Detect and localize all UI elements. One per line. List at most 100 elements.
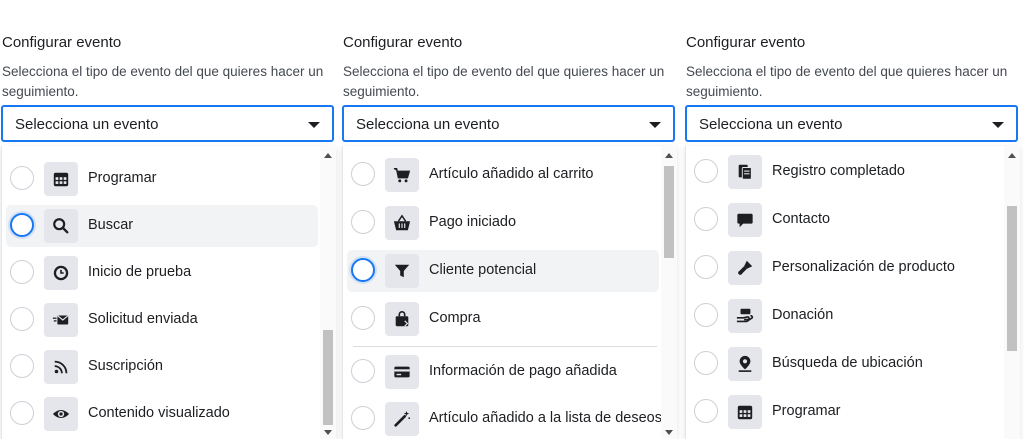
option-label: Contenido visualizado — [88, 405, 230, 421]
radio-button[interactable] — [694, 399, 718, 423]
donation-icon — [728, 299, 762, 333]
radio-button[interactable] — [351, 258, 375, 282]
option-label: Personalización de producto — [772, 259, 955, 275]
option-label: Artículo añadido al carrito — [429, 166, 594, 182]
radio-button[interactable] — [10, 307, 34, 331]
option-label: Pago iniciado — [429, 214, 517, 230]
option-donacion[interactable]: Donación — [690, 295, 1002, 337]
scroll-up-arrow-icon[interactable] — [324, 153, 332, 158]
event-dropdown-list[interactable]: Artículo añadido al carrito Pago iniciad… — [342, 146, 677, 439]
option-contenido-visualizado[interactable]: Contenido visualizado — [6, 393, 318, 435]
option-label: Suscripción — [88, 358, 163, 374]
option-articulo-anadido-a-la-lista-de-deseos[interactable]: Artículo añadido a la lista de deseos — [347, 398, 662, 439]
option-buscar[interactable]: Buscar — [6, 205, 318, 247]
option-suscripcion[interactable]: Suscripción — [6, 346, 318, 388]
event-dropdown-list[interactable]: Registro completado Contacto Personaliza… — [685, 146, 1020, 439]
select-placeholder: Selecciona un evento — [15, 116, 159, 133]
radio-button[interactable] — [10, 260, 34, 284]
event-panel-1: Configurar evento Selecciona el tipo de … — [0, 0, 338, 439]
scroll-up-arrow-icon[interactable] — [665, 153, 673, 158]
event-panel-2: Configurar evento Selecciona el tipo de … — [341, 0, 679, 439]
scrollbar-thumb[interactable] — [1007, 206, 1017, 351]
panel-description: Selecciona el tipo de evento del que qui… — [343, 64, 665, 99]
event-select[interactable]: Selecciona un evento — [342, 105, 675, 142]
option-label: Programar — [772, 403, 841, 419]
option-personalizacion-de-producto[interactable]: Personalización de producto — [690, 247, 1002, 289]
magic-wand-icon — [385, 402, 419, 436]
credit-card-icon — [385, 355, 419, 389]
radio-button[interactable] — [351, 406, 375, 430]
option-programar[interactable]: Programar — [690, 391, 1002, 433]
option-informacion-de-pago-anadida[interactable]: Información de pago añadida — [347, 351, 659, 393]
scrollbar[interactable] — [1004, 146, 1020, 439]
search-icon — [44, 209, 78, 243]
option-label: Artículo añadido a la lista de deseos — [429, 410, 662, 426]
radio-button[interactable] — [10, 213, 34, 237]
chevron-down-icon — [308, 122, 320, 128]
radio-button[interactable] — [10, 401, 34, 425]
option-label: Programar — [88, 170, 157, 186]
eye-icon — [44, 397, 78, 431]
option-solicitud-enviada[interactable]: Solicitud enviada — [6, 299, 318, 341]
option-pago-iniciado[interactable]: Pago iniciado — [347, 202, 659, 244]
panel-description: Selecciona el tipo de evento del que qui… — [2, 64, 324, 99]
cart-icon — [385, 158, 419, 192]
scrollbar-thumb[interactable] — [323, 330, 333, 425]
radio-button[interactable] — [351, 162, 375, 186]
shopping-bag-icon — [385, 302, 419, 336]
option-label: Contacto — [772, 211, 831, 227]
radio-button[interactable] — [694, 207, 718, 231]
calendar-icon — [44, 162, 78, 196]
registration-icon — [728, 155, 762, 189]
scrollbar[interactable] — [661, 146, 677, 439]
scroll-down-arrow-icon[interactable] — [324, 430, 332, 435]
option-busqueda-de-ubicacion[interactable]: Búsqueda de ubicación — [690, 343, 1002, 385]
calendar-icon — [728, 395, 762, 429]
radio-button[interactable] — [10, 166, 34, 190]
option-programar[interactable]: Programar — [6, 158, 318, 200]
envelope-send-icon — [44, 303, 78, 337]
option-label: Compra — [429, 310, 481, 326]
event-panel-3: Configurar evento Selecciona el tipo de … — [684, 0, 1022, 439]
option-inicio-de-prueba[interactable]: Inicio de prueba — [6, 252, 318, 294]
scrollbar[interactable] — [320, 146, 336, 439]
scroll-down-arrow-icon[interactable] — [665, 430, 673, 435]
panel-title: Configurar evento — [2, 34, 122, 51]
basket-icon — [385, 206, 419, 240]
option-compra[interactable]: Compra — [347, 298, 659, 340]
radio-button[interactable] — [10, 354, 34, 378]
radio-button[interactable] — [694, 255, 718, 279]
event-select[interactable]: Selecciona un evento — [1, 105, 334, 142]
panel-description: Selecciona el tipo de evento del que qui… — [686, 64, 1008, 99]
select-placeholder: Selecciona un evento — [356, 116, 500, 133]
radio-button[interactable] — [351, 210, 375, 234]
event-dropdown-list[interactable]: Programar Buscar Inicio de prueba Solici… — [1, 146, 336, 439]
event-select[interactable]: Selecciona un evento — [685, 105, 1018, 142]
radio-button[interactable] — [694, 159, 718, 183]
option-label: Búsqueda de ubicación — [772, 355, 923, 371]
divider — [353, 346, 657, 347]
radio-button[interactable] — [694, 351, 718, 375]
chat-bubble-icon — [728, 203, 762, 237]
option-label: Información de pago añadida — [429, 363, 617, 379]
paint-brush-icon — [728, 251, 762, 285]
chevron-down-icon — [992, 122, 1004, 128]
radio-button[interactable] — [351, 359, 375, 383]
option-label: Solicitud enviada — [88, 311, 198, 327]
scrollbar-thumb[interactable] — [664, 166, 674, 258]
option-cliente-potencial[interactable]: Cliente potencial — [347, 250, 659, 292]
option-label: Buscar — [88, 217, 134, 233]
panel-title: Configurar evento — [343, 34, 463, 51]
select-placeholder: Selecciona un evento — [699, 116, 843, 133]
location-pin-icon — [728, 347, 762, 381]
option-contacto[interactable]: Contacto — [690, 199, 1002, 241]
chevron-down-icon — [649, 122, 661, 128]
funnel-icon — [385, 254, 419, 288]
option-articulo-anadido-al-carrito[interactable]: Artículo añadido al carrito — [347, 154, 659, 196]
option-label: Registro completado — [772, 163, 905, 179]
scroll-up-arrow-icon[interactable] — [1008, 153, 1016, 158]
radio-button[interactable] — [351, 306, 375, 330]
clock-icon — [44, 256, 78, 290]
radio-button[interactable] — [694, 303, 718, 327]
option-registro-completado[interactable]: Registro completado — [690, 151, 1002, 193]
